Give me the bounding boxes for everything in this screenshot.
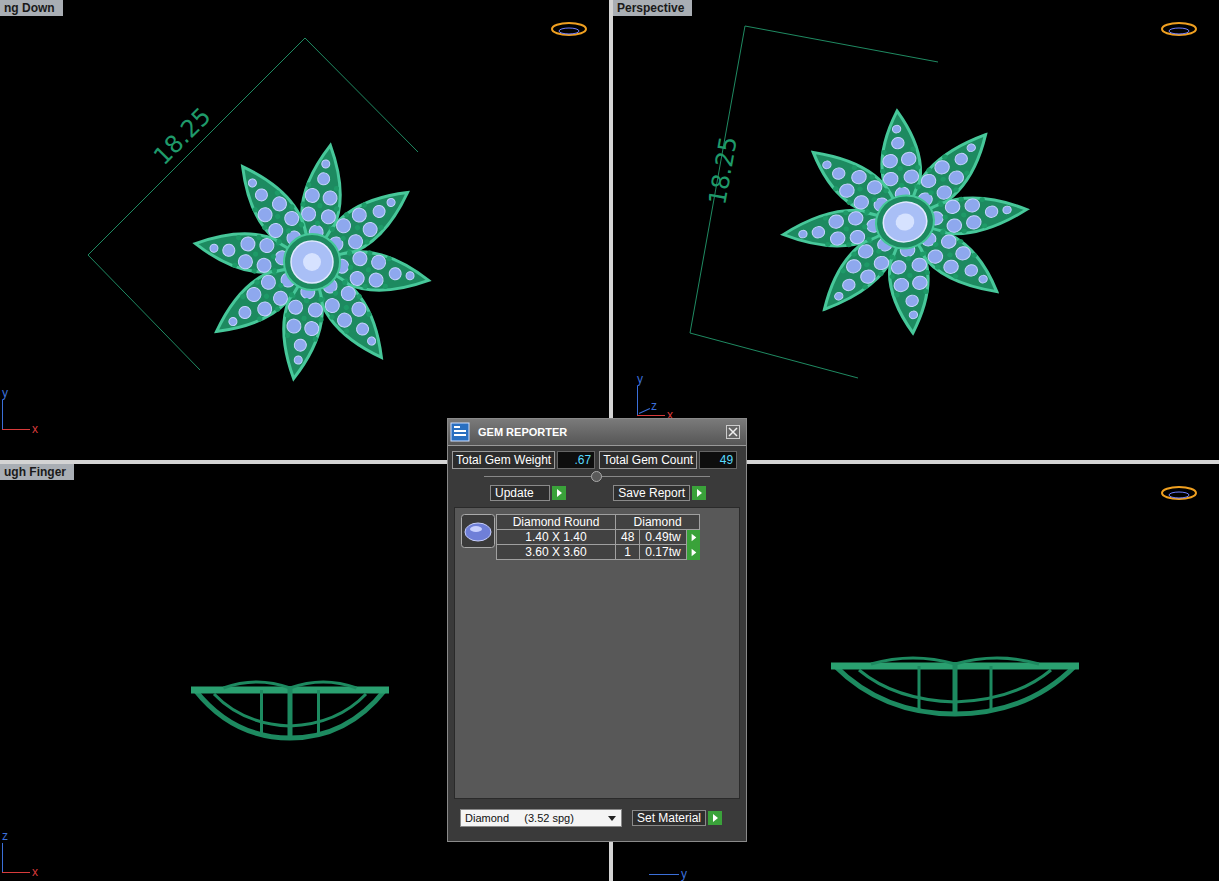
center-stone <box>879 198 931 247</box>
viewport[interactable]: 18.25ng Downyx <box>0 0 609 460</box>
axis-label: x <box>32 423 38 436</box>
close-icon[interactable] <box>726 425 740 439</box>
total-value: .67 <box>557 451 595 469</box>
report-icon <box>450 422 470 442</box>
axis-label: y <box>2 387 8 400</box>
axis-label: y <box>681 868 687 881</box>
axis-tripod: yzx <box>637 388 689 416</box>
side-model[interactable] <box>831 658 1079 714</box>
action-button[interactable]: Update <box>490 485 566 501</box>
gem-list: Diamond RoundDiamond1.40 X 1.40480.49tw3… <box>454 507 740 799</box>
column-header: Diamond <box>616 515 700 530</box>
column-header: Diamond Round <box>497 515 616 530</box>
arrow-icon[interactable] <box>692 486 706 500</box>
axis-tripod: yx <box>2 380 62 430</box>
cad-workspace: 18.25ng Downyx18.25Perspectiveyzxugh Fin… <box>0 0 1219 881</box>
splitter-handle[interactable] <box>591 471 602 482</box>
view-cube-icon[interactable] <box>1159 20 1199 40</box>
viewport[interactable]: 18.25 Perspective yzx <box>613 0 1219 460</box>
total-field: Total Gem Count49 <box>599 451 737 469</box>
gem-reporter-window[interactable]: GEM REPORTER Total Gem Weight.67Total Gem… <box>447 418 747 842</box>
total-value: 49 <box>699 451 737 469</box>
center-stone <box>291 241 333 283</box>
title-bar[interactable]: GEM REPORTER <box>448 419 746 446</box>
totals-row: Total Gem Weight.67Total Gem Count49 <box>448 446 746 471</box>
viewport-label[interactable]: ng Down <box>0 0 63 16</box>
dimension-label: 18.25 <box>703 134 743 207</box>
material-row: Diamond (3.52 spg) Set Material <box>448 805 746 841</box>
flower-model[interactable] <box>192 142 431 381</box>
axis-label: z <box>651 400 657 413</box>
view-cube-icon[interactable] <box>549 20 589 40</box>
arrow-icon[interactable] <box>552 486 566 500</box>
splitter[interactable] <box>484 471 710 483</box>
total-label: Total Gem Weight <box>452 451 555 469</box>
dimension: 18.25 <box>690 26 938 378</box>
action-button[interactable]: Save Report <box>613 485 706 501</box>
round-diamond-icon <box>461 514 495 548</box>
axis-label: x <box>32 866 38 879</box>
arrow-icon[interactable] <box>708 811 722 825</box>
window-title: GEM REPORTER <box>478 426 718 438</box>
axis-label: y <box>637 373 643 386</box>
view-cube-icon[interactable] <box>1159 484 1199 504</box>
gem-row[interactable]: 3.60 X 3.6010.17tw <box>497 545 700 560</box>
total-label: Total Gem Count <box>599 451 697 469</box>
gem-table: Diamond RoundDiamond1.40 X 1.40480.49tw3… <box>496 514 700 560</box>
axis-tripod: zx <box>2 823 62 873</box>
arrow-icon[interactable] <box>687 531 700 544</box>
dimension: 18.25 <box>88 38 418 370</box>
flower-model[interactable] <box>757 83 1053 361</box>
side-model[interactable] <box>191 682 389 738</box>
model-canvas[interactable]: 18.25 <box>613 0 1219 460</box>
total-field: Total Gem Weight.67 <box>452 451 595 469</box>
material-dropdown[interactable]: Diamond (3.52 spg) <box>460 809 622 827</box>
model-canvas[interactable]: 18.25 <box>0 0 609 460</box>
viewport-label[interactable]: Perspective <box>613 0 692 16</box>
axis-label: z <box>2 830 8 843</box>
set-material-button[interactable]: Set Material <box>632 810 722 826</box>
dimension-label: 18.25 <box>148 102 216 170</box>
gem-row[interactable]: 1.40 X 1.40480.49tw <box>497 530 700 545</box>
dropdown-arrow-icon[interactable] <box>605 811 619 825</box>
viewport-label[interactable]: ugh Finger <box>0 464 74 480</box>
arrow-icon[interactable] <box>687 546 700 559</box>
actions-row: Update Save Report <box>448 483 746 505</box>
